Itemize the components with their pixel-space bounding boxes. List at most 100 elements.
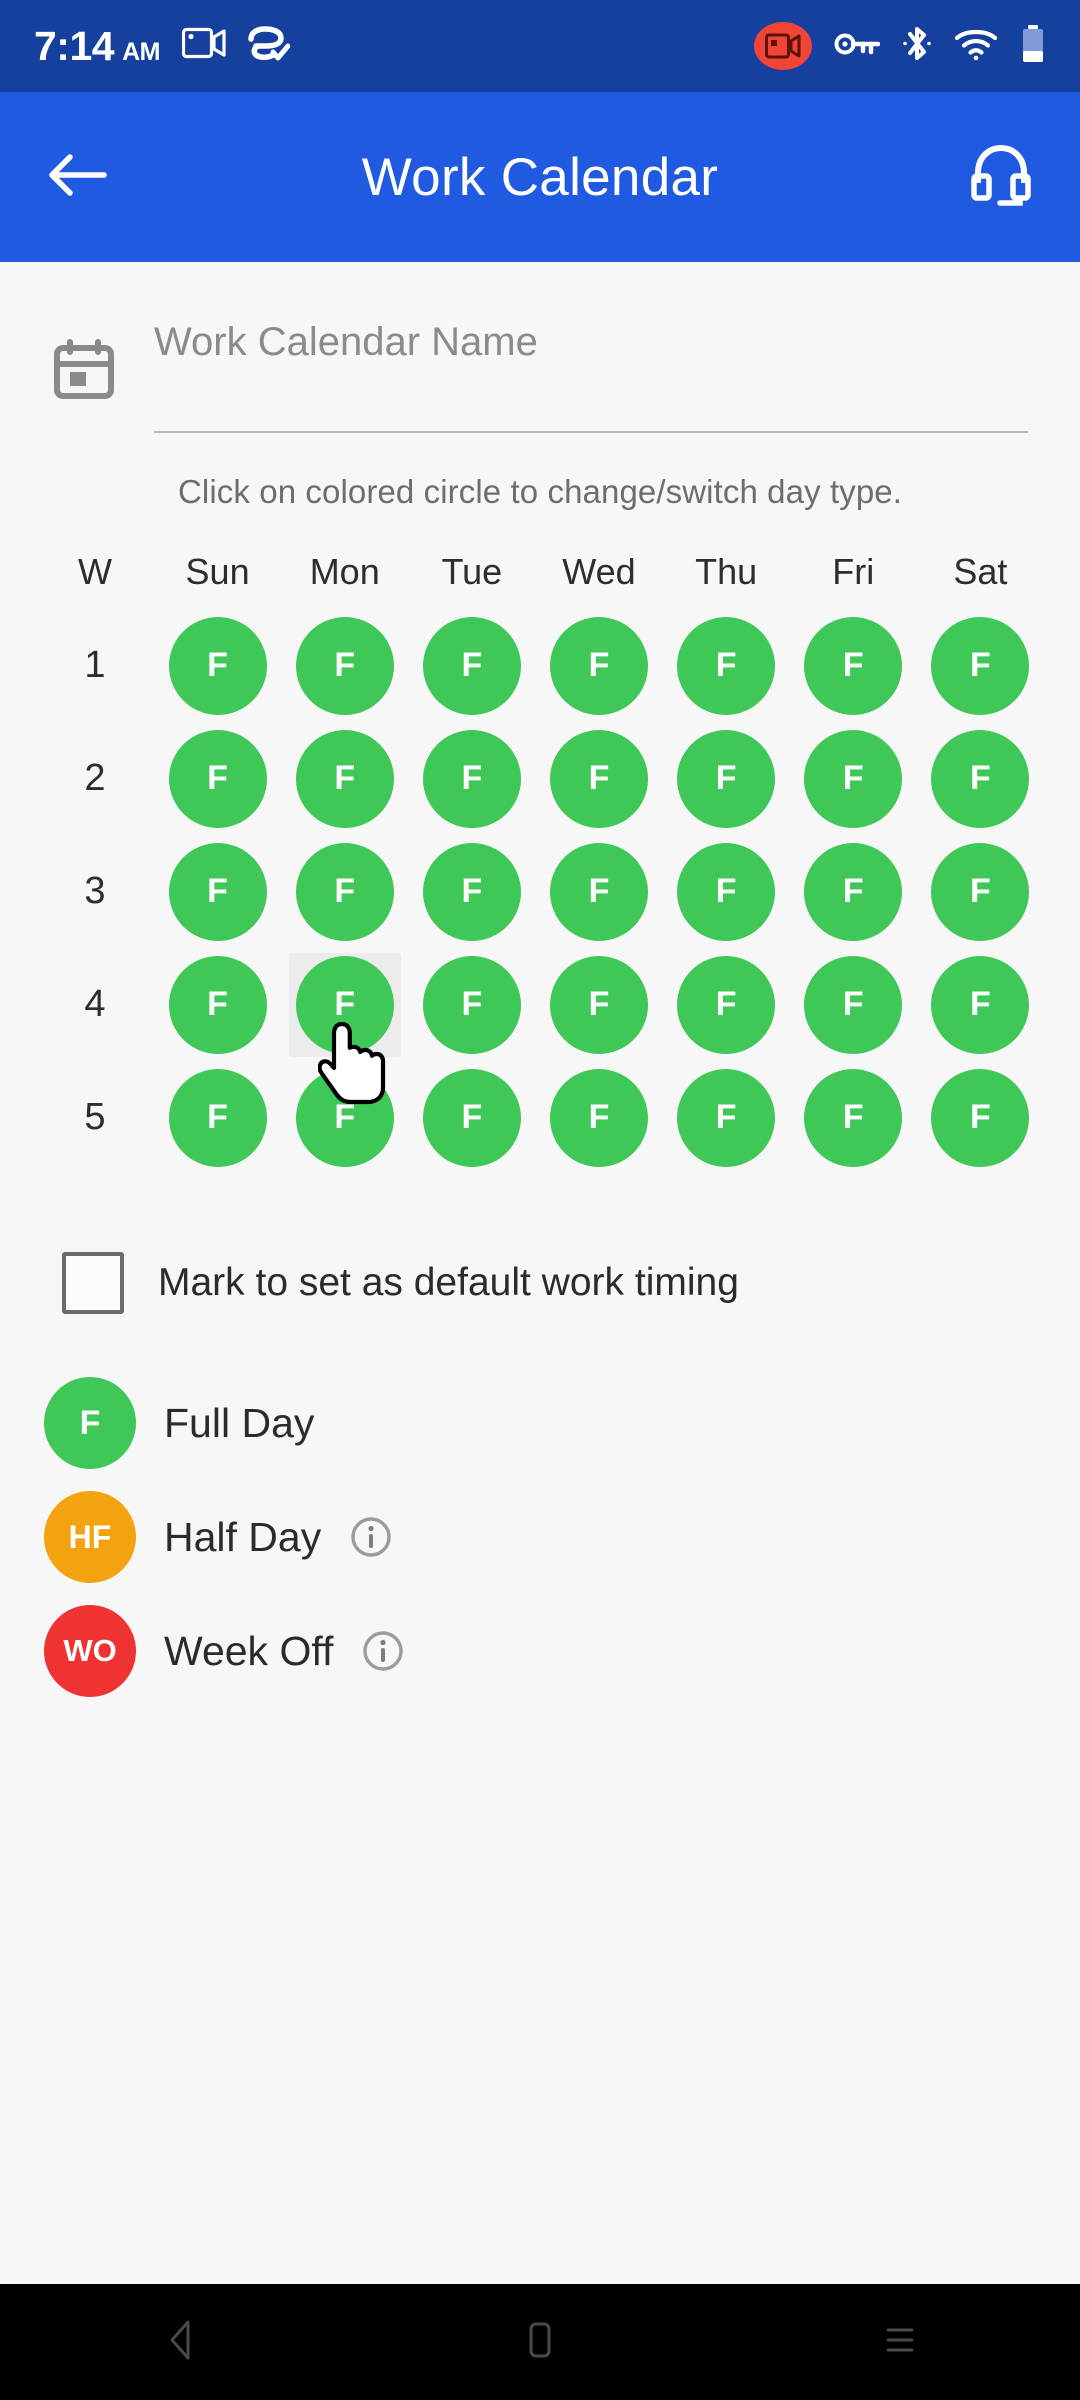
calendar-day-cell[interactable]: F	[281, 835, 408, 948]
day-cell-hit-area[interactable]: F	[408, 1061, 535, 1174]
day-type-dot[interactable]: F	[295, 842, 394, 941]
calendar-day-cell[interactable]: F	[408, 835, 535, 948]
day-type-dot[interactable]: F	[931, 729, 1030, 828]
calendar-day-cell[interactable]: F	[663, 609, 790, 722]
day-type-dot[interactable]: F	[295, 729, 394, 828]
day-cell-hit-area[interactable]: F	[154, 835, 281, 948]
nav-home-button[interactable]	[465, 2316, 615, 2369]
day-type-dot[interactable]: F	[677, 616, 776, 715]
calendar-day-cell[interactable]: F	[790, 948, 917, 1061]
calendar-day-cell[interactable]: F	[917, 609, 1044, 722]
calendar-name-input[interactable]	[154, 320, 1028, 431]
day-cell-hit-area[interactable]: F	[663, 609, 790, 722]
day-type-dot[interactable]: F	[549, 729, 648, 828]
day-type-dot[interactable]: F	[549, 842, 648, 941]
day-type-dot[interactable]: F	[677, 955, 776, 1054]
day-cell-hit-area[interactable]: F	[917, 948, 1044, 1061]
calendar-day-cell[interactable]: F	[154, 722, 281, 835]
day-cell-hit-area[interactable]: F	[790, 609, 917, 722]
nav-back-button[interactable]	[105, 2316, 255, 2369]
day-cell-hit-area[interactable]: F	[154, 722, 281, 835]
calendar-day-cell[interactable]: F	[663, 1061, 790, 1174]
day-type-dot[interactable]: F	[422, 729, 521, 828]
day-type-dot[interactable]: F	[168, 955, 267, 1054]
day-cell-hit-area[interactable]: F	[790, 722, 917, 835]
day-cell-hit-area[interactable]: F	[154, 609, 281, 722]
day-cell-hit-area[interactable]: F	[663, 1061, 790, 1174]
day-type-dot[interactable]: F	[422, 955, 521, 1054]
calendar-day-cell[interactable]: F	[535, 1061, 662, 1174]
calendar-day-cell[interactable]: F	[154, 835, 281, 948]
calendar-day-cell[interactable]: F	[917, 722, 1044, 835]
day-type-dot[interactable]: F	[677, 842, 776, 941]
day-type-dot[interactable]: F	[931, 1068, 1030, 1167]
day-cell-hit-area[interactable]: F	[663, 948, 790, 1061]
calendar-day-cell[interactable]: F	[917, 835, 1044, 948]
day-type-dot[interactable]: F	[422, 616, 521, 715]
day-type-dot[interactable]: F	[931, 616, 1030, 715]
day-type-dot[interactable]: F	[422, 1068, 521, 1167]
calendar-day-cell[interactable]: F	[790, 722, 917, 835]
calendar-day-cell[interactable]: F	[917, 948, 1044, 1061]
info-icon[interactable]	[349, 1515, 393, 1559]
calendar-day-cell[interactable]: F	[790, 835, 917, 948]
calendar-day-cell[interactable]: F	[790, 1061, 917, 1174]
calendar-day-cell[interactable]: F	[408, 1061, 535, 1174]
day-cell-hit-area[interactable]: F	[408, 609, 535, 722]
calendar-day-cell[interactable]: F	[535, 722, 662, 835]
day-cell-hit-area[interactable]: F	[535, 609, 662, 722]
day-type-dot[interactable]: F	[168, 1068, 267, 1167]
default-timing-row[interactable]: Mark to set as default work timing	[0, 1252, 1080, 1314]
day-cell-hit-area[interactable]: F	[535, 1061, 662, 1174]
day-type-dot[interactable]: F	[549, 616, 648, 715]
day-type-dot[interactable]: F	[168, 729, 267, 828]
day-cell-hit-area[interactable]: F	[535, 835, 662, 948]
day-cell-hit-area[interactable]: F	[154, 1061, 281, 1174]
day-cell-hit-area[interactable]: F	[790, 1061, 917, 1174]
day-type-dot[interactable]: F	[931, 842, 1030, 941]
day-type-dot[interactable]: F	[804, 955, 903, 1054]
day-cell-hit-area[interactable]: F	[154, 948, 281, 1061]
day-cell-hit-area[interactable]: F	[535, 948, 662, 1061]
day-cell-hit-area[interactable]: F	[790, 835, 917, 948]
calendar-day-cell[interactable]: F	[917, 1061, 1044, 1174]
day-type-dot[interactable]: F	[804, 842, 903, 941]
calendar-day-cell[interactable]: F	[663, 948, 790, 1061]
day-cell-hit-area[interactable]: F	[281, 609, 408, 722]
day-type-dot[interactable]: F	[168, 616, 267, 715]
calendar-day-cell[interactable]: F	[663, 722, 790, 835]
day-cell-hit-area[interactable]: F	[917, 609, 1044, 722]
day-type-dot[interactable]: F	[168, 842, 267, 941]
day-cell-hit-area[interactable]: F	[917, 722, 1044, 835]
calendar-day-cell[interactable]: F	[535, 948, 662, 1061]
day-cell-hit-area[interactable]: F	[917, 835, 1044, 948]
calendar-day-cell[interactable]: F	[154, 1061, 281, 1174]
day-type-dot[interactable]: F	[422, 842, 521, 941]
support-button[interactable]	[970, 143, 1032, 212]
day-type-dot[interactable]: F	[804, 729, 903, 828]
day-cell-hit-area[interactable]: F	[917, 1061, 1044, 1174]
day-cell-hit-area[interactable]: F	[790, 948, 917, 1061]
day-type-dot[interactable]: F	[677, 729, 776, 828]
day-type-dot[interactable]: F	[804, 1068, 903, 1167]
day-cell-hit-area[interactable]: F	[663, 835, 790, 948]
day-type-dot[interactable]: F	[931, 955, 1030, 1054]
day-cell-hit-area[interactable]: F	[663, 722, 790, 835]
day-type-dot[interactable]: F	[549, 955, 648, 1054]
day-cell-hit-area[interactable]: F	[535, 722, 662, 835]
day-type-dot[interactable]: F	[295, 616, 394, 715]
calendar-day-cell[interactable]: F	[408, 722, 535, 835]
day-type-dot[interactable]: F	[677, 1068, 776, 1167]
day-cell-hit-area[interactable]: F	[408, 835, 535, 948]
calendar-day-cell[interactable]: F	[535, 609, 662, 722]
calendar-day-cell[interactable]: F	[281, 609, 408, 722]
calendar-day-cell[interactable]: F	[281, 722, 408, 835]
day-type-dot[interactable]: F	[804, 616, 903, 715]
calendar-day-cell[interactable]: F	[408, 609, 535, 722]
calendar-day-cell[interactable]: F	[154, 948, 281, 1061]
info-icon[interactable]	[361, 1629, 405, 1673]
calendar-day-cell[interactable]: F	[154, 609, 281, 722]
calendar-day-cell[interactable]: F	[408, 948, 535, 1061]
calendar-day-cell[interactable]: F	[535, 835, 662, 948]
default-timing-checkbox[interactable]	[62, 1252, 124, 1314]
